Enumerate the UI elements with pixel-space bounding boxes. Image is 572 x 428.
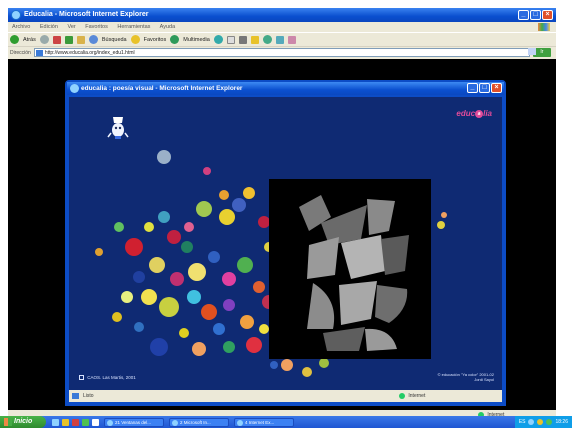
menu-edicion[interactable]: Edición [40,24,58,30]
taskbar-button-2[interactable]: 2 Microsoft In... [169,417,229,427]
task-label-2: 2 Microsoft In... [180,419,211,425]
start-label: Inicio [14,418,33,425]
ie-icon [11,10,21,20]
minimize-button[interactable]: _ [518,10,529,20]
menu-archivo[interactable]: Archivo [12,24,30,30]
edit-icon[interactable] [250,35,259,44]
security-icon[interactable] [546,419,553,425]
forward-arrow-icon[interactable] [39,35,49,44]
mail-icon[interactable] [226,35,235,44]
credit-right: © educación "Ya color" 2001-02 Jordi Say… [437,372,494,382]
popup-window-controls: _ □ × [467,83,502,93]
stop-icon[interactable] [52,35,61,44]
favorites-button-label[interactable]: Favoritos [144,33,167,47]
popup-status-text: Listo [83,393,94,399]
ie-window: Educalia - Microsoft Internet Explorer _… [8,8,556,424]
back-arrow-icon[interactable] [10,35,19,44]
print-icon[interactable] [238,35,247,44]
taskbar-button-1[interactable]: 21 Ventanas del... [104,417,164,427]
tool-icon[interactable] [287,35,296,44]
standard-toolbar: Atrás Búsqueda Favoritos Multimedia [8,32,556,46]
mascot-icon[interactable] [107,115,129,141]
popup-close-button[interactable]: × [491,83,502,93]
home-icon[interactable] [76,35,85,44]
windows-logo-icon [538,23,550,31]
refresh-icon[interactable] [64,35,73,44]
educalia-logo: educ a lia [456,109,492,118]
menu-ayuda[interactable]: Ayuda [160,24,176,30]
taskbar-button-3[interactable]: 4 Internet Ex... [234,417,294,427]
menu-bar: Archivo Edición Ver Favoritos Herramient… [8,22,556,32]
language-indicator[interactable]: ES [519,419,526,425]
popup-zone-label: Internet [408,393,426,399]
logo-o: a [475,109,484,118]
ie-quicklaunch-icon[interactable] [52,418,59,426]
folder-quicklaunch-icon[interactable] [62,418,69,426]
ie-icon [172,419,178,426]
ie-icon [70,84,79,93]
page-icon [35,50,43,56]
credit-checkbox[interactable] [79,375,84,380]
media-button-label[interactable]: Multimedia [183,33,210,47]
system-tray: ES 18:26 [514,416,572,428]
go-label: Ir [540,49,544,55]
volume-icon[interactable] [537,419,544,425]
desktop-quicklaunch-icon[interactable] [92,418,99,426]
quick-launch [52,418,99,426]
address-value: http://www.educalia.org/index_edu1.html [44,50,135,56]
search-button-label[interactable]: Búsqueda [102,33,127,47]
window-controls: _ □ × [518,10,553,20]
page-icon [72,393,79,399]
credit-left: CAOS. Las Martis, 2001 [79,375,136,380]
screen: Educalia - Microsoft Internet Explorer _… [8,8,556,424]
credit-left-text: CAOS. Las Martis, 2001 [87,374,136,380]
poem-puzzle-icon[interactable] [269,179,431,359]
task-label-1: 21 Ventanas del... [115,419,152,425]
popup-titlebar[interactable]: educalia : poesía visual - Microsoft Int… [67,82,504,95]
research-icon[interactable] [275,35,284,44]
address-bar: Dirección http://www.educalia.org/index_… [8,46,556,58]
popup-window: educalia : poesía visual - Microsoft Int… [65,80,506,406]
start-button[interactable]: Inicio [0,416,46,428]
media-quicklaunch-icon[interactable] [72,418,79,426]
messenger-quicklaunch-icon[interactable] [82,418,89,426]
menu-ver[interactable]: Ver [67,24,75,30]
menu-herramientas[interactable]: Herramientas [117,24,150,30]
task-label-3: 4 Internet Ex... [245,419,275,425]
network-icon[interactable] [528,419,535,425]
close-button[interactable]: × [542,10,553,20]
history-icon[interactable] [213,35,223,44]
ie-icon [107,419,113,426]
ie-icon [237,419,243,426]
windows-flag-icon [4,418,12,426]
popup-title: educalia : poesía visual - Microsoft Int… [81,85,243,92]
menu-favoritos[interactable]: Favoritos [85,24,108,30]
address-label: Dirección [10,49,31,56]
popup-zone: Internet [399,390,425,402]
address-dropdown-icon[interactable] [528,48,536,55]
taskbar: Inicio 21 Ventanas del... 2 Microsoft In… [0,416,572,428]
clock[interactable]: 18:26 [555,419,568,425]
back-button-label[interactable]: Atrás [23,33,36,47]
search-icon[interactable] [88,35,98,44]
window-title: Educalia - Microsoft Internet Explorer [24,11,149,18]
logo-suffix: lia [483,109,492,118]
favorites-star-icon[interactable] [130,35,140,44]
window-titlebar[interactable]: Educalia - Microsoft Internet Explorer _… [8,8,556,22]
maximize-button[interactable]: □ [530,10,541,20]
media-icon[interactable] [170,35,180,44]
popup-maximize-button[interactable]: □ [479,83,490,93]
logo-prefix: educ [456,109,476,118]
popup-minimize-button[interactable]: _ [467,83,478,93]
internet-zone-icon [399,392,405,399]
address-input[interactable]: http://www.educalia.org/index_edu1.html [33,48,530,57]
messenger-icon[interactable] [262,35,272,44]
popup-status-bar: Listo Internet [69,390,502,402]
poetry-stage[interactable]: educ a lia CAOS. Las Martis, 2001 © educac… [69,97,502,390]
